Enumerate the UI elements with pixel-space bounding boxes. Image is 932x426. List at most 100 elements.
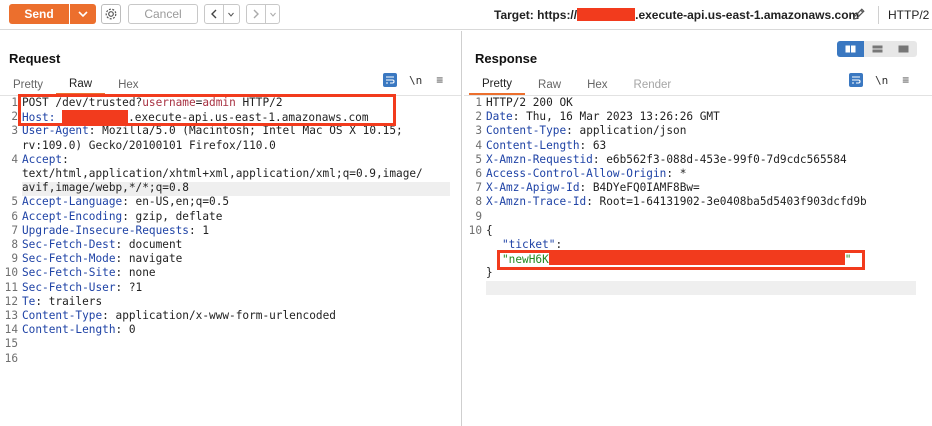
layout-toggle <box>837 41 917 57</box>
line-number: 8 <box>11 238 18 251</box>
history-forward-dropdown[interactable] <box>265 5 279 23</box>
send-options-dropdown[interactable] <box>70 4 96 24</box>
tab-raw[interactable]: Raw <box>56 74 106 95</box>
editor-menu-icon[interactable]: ≡ <box>902 73 909 87</box>
show-newlines-toggle[interactable]: \n <box>875 74 888 87</box>
word-wrap-toggle[interactable] <box>383 73 397 87</box>
json-close-brace: } <box>486 266 493 280</box>
cancel-button[interactable]: Cancel <box>128 4 198 24</box>
current-line-highlight <box>486 280 916 295</box>
pencil-icon[interactable] <box>851 6 867 22</box>
line-number: 1 <box>475 96 482 109</box>
line-number: 2 <box>475 110 482 124</box>
header-line: Content-Type: application/json <box>486 124 687 138</box>
history-forward-group[interactable] <box>246 4 280 24</box>
line-number: 7 <box>11 223 18 237</box>
layout-side-by-side-button[interactable] <box>837 41 864 57</box>
single-pane-icon <box>898 45 909 53</box>
columns-icon <box>845 45 856 53</box>
line-number: 8 <box>475 195 482 209</box>
history-back-group[interactable] <box>204 4 240 24</box>
header-line: Content-Length: 0 <box>22 323 136 337</box>
request-tabs: Pretty Raw Hex <box>0 74 152 95</box>
line-number: 6 <box>11 209 18 223</box>
wrap-lines-icon <box>386 76 395 84</box>
user-agent-header: User-Agent: Mozilla/5.0 (Macintosh; Inte… <box>22 124 403 138</box>
editor-menu-icon[interactable]: ≡ <box>436 73 443 87</box>
header-line: Accept-Encoding: gzip, deflate <box>22 209 223 223</box>
chevron-right-icon[interactable] <box>247 5 265 23</box>
top-toolbar: Send Cancel Target: https:// .execute-api… <box>0 0 932 30</box>
wrap-lines-icon <box>852 76 861 84</box>
line-number: 9 <box>475 209 482 223</box>
line-number: 13 <box>4 309 18 322</box>
user-agent-continuation: rv:109.0) Gecko/20100101 Firefox/110.0 <box>22 138 276 152</box>
header-line: Content-Length: 63 <box>486 138 607 152</box>
small-chevron-down-icon <box>269 12 276 17</box>
line-number: 14 <box>4 323 18 337</box>
target-prefix: Target: https:// <box>494 8 578 22</box>
line-number: 9 <box>11 252 18 266</box>
send-button[interactable]: Send <box>9 4 69 24</box>
rows-icon <box>872 45 882 53</box>
redacted-ticket-block <box>548 252 845 266</box>
line-number: 11 <box>4 280 18 294</box>
http-version-label[interactable]: HTTP/2 <box>888 8 929 22</box>
line-number: 3 <box>475 124 482 138</box>
layout-tabs-button[interactable] <box>890 41 917 57</box>
request-editor-tools: \n ≡ <box>383 73 443 87</box>
layout-stacked-button[interactable] <box>863 41 891 57</box>
tab-pretty[interactable]: Pretty <box>0 74 56 95</box>
tab-pretty[interactable]: Pretty <box>469 74 526 95</box>
line-number: 10 <box>468 223 482 237</box>
line-number: 15 <box>4 337 18 351</box>
line-number: 4 <box>11 152 18 166</box>
show-newlines-toggle[interactable]: \n <box>409 74 422 87</box>
response-editor-tools: \n ≡ <box>849 73 909 87</box>
header-line: X-Amzn-Trace-Id: Root=1-64131902-3e0408b… <box>486 195 867 209</box>
header-line: Te: trailers <box>22 294 103 308</box>
gear-icon <box>105 8 117 20</box>
toolbar-divider <box>878 6 879 24</box>
header-line: Sec-Fetch-User: ?1 <box>22 280 143 294</box>
request-panel: Request Pretty Raw Hex \n ≡ 1 2 3 4 5 6 … <box>0 31 462 426</box>
settings-button[interactable] <box>101 4 121 24</box>
tab-hex[interactable]: Hex <box>105 74 151 95</box>
target-suffix: .execute-api.us-east-1.amazonaws.com <box>635 8 860 22</box>
request-line: POST /dev/trusted?username=admin HTTP/2 <box>22 96 283 109</box>
word-wrap-toggle[interactable] <box>849 73 863 87</box>
accept-continuation: avif,image/webp,*/*;q=0.8 <box>22 181 189 195</box>
history-back-dropdown[interactable] <box>223 5 237 23</box>
tab-hex[interactable]: Hex <box>574 74 620 95</box>
line-number: 5 <box>11 195 18 209</box>
line-number: 5 <box>475 152 482 166</box>
line-number: 3 <box>11 124 18 138</box>
line-number: 2 <box>11 110 18 124</box>
accept-continuation: text/html,application/xhtml+xml,applicat… <box>22 167 423 180</box>
request-title: Request <box>9 51 61 66</box>
line-number: 4 <box>475 138 482 152</box>
line-number: 12 <box>4 294 18 308</box>
tab-render[interactable]: Render <box>621 74 685 95</box>
header-line: Sec-Fetch-Mode: navigate <box>22 252 183 266</box>
chevron-left-icon[interactable] <box>205 5 223 23</box>
header-line: Access-Control-Allow-Origin: * <box>486 167 687 180</box>
response-panel: Response Pretty Raw Hex Render \n ≡ 1 2 … <box>464 31 932 426</box>
line-number: 16 <box>4 351 18 365</box>
header-line: Accept-Language: en-US,en;q=0.5 <box>22 195 230 209</box>
header-line: X-Amz-Apigw-Id: B4DYeFQ0IAMF8Bw= <box>486 181 700 195</box>
host-header: Host: .execute-api.us-east-1.amazonaws.c… <box>22 110 369 125</box>
line-number: 1 <box>11 96 18 109</box>
tab-raw[interactable]: Raw <box>525 74 574 95</box>
json-key-line: "ticket": <box>502 238 563 251</box>
header-line: Date: Thu, 16 Mar 2023 13:26:26 GMT <box>486 110 720 124</box>
json-value-line: "newH6K " <box>502 252 852 267</box>
accept-header: Accept: <box>22 152 69 166</box>
target-url: Target: https:// .execute-api.us-east-1.a… <box>494 8 859 22</box>
header-line: Upgrade-Insecure-Requests: 1 <box>22 223 210 237</box>
header-line: Content-Type: application/x-www-form-url… <box>22 309 336 322</box>
json-open-brace: { <box>486 223 493 237</box>
header-line: Sec-Fetch-Site: none <box>22 266 156 280</box>
redacted-host-block <box>62 110 129 124</box>
line-number: 10 <box>4 266 18 280</box>
